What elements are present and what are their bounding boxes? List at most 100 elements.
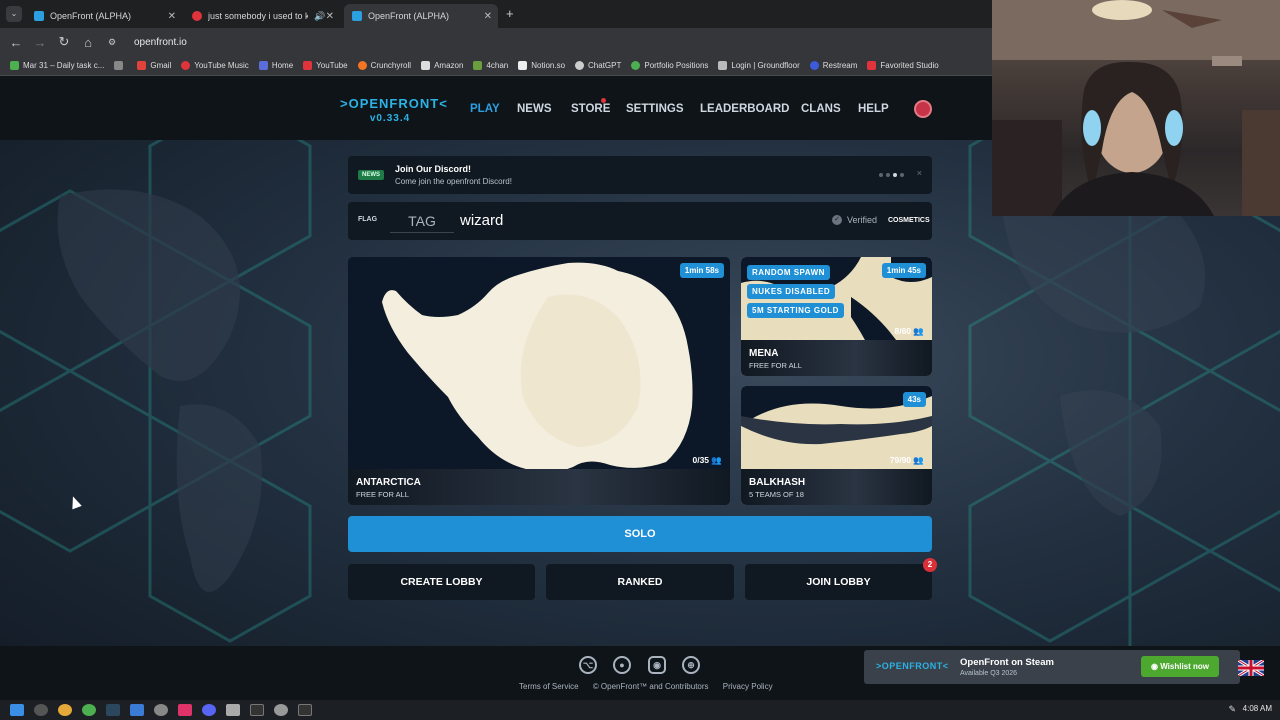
game-mode: 5 TEAMS OF 18 (749, 490, 804, 499)
nav-store[interactable]: STORE (571, 103, 610, 115)
system-clock[interactable]: 4:08 AM (1243, 704, 1272, 713)
app-icon[interactable] (130, 704, 144, 716)
player-count-value: 0/35 (692, 455, 710, 465)
clan-tag-input[interactable]: TAG (390, 209, 454, 233)
wishlist-button[interactable]: ◉ Wishlist now (1141, 656, 1219, 677)
bookmark-item[interactable]: Amazon (421, 61, 463, 70)
close-tab-icon[interactable]: ✕ (326, 11, 334, 22)
nav-news[interactable]: NEWS (517, 103, 552, 115)
close-tab-icon[interactable]: ✕ (168, 11, 176, 22)
username-input[interactable]: wizard (460, 209, 503, 233)
nav-settings[interactable]: SETTINGS (626, 103, 684, 115)
player-count-value: 79/90 (889, 455, 912, 465)
back-icon[interactable]: ← (4, 35, 28, 50)
globe-icon[interactable]: ⊕ (682, 656, 700, 674)
home-icon[interactable]: ⌂ (76, 35, 100, 50)
browser-tab[interactable]: OpenFront (ALPHA) ✕ (26, 4, 182, 28)
steam-icon[interactable] (106, 704, 120, 716)
close-tab-icon[interactable]: ✕ (484, 11, 492, 22)
lobby-card-balkhash[interactable]: 43s 79/90 👥 BALKHASH 5 TEAMS OF 18 (741, 386, 932, 505)
reload-icon[interactable]: ↻ (52, 34, 76, 50)
search-icon[interactable] (34, 704, 48, 716)
tab-list-button[interactable]: ⌄ (6, 6, 22, 22)
site-info-icon[interactable]: ⚙ (100, 37, 124, 48)
bookmark-label: Home (271, 61, 294, 70)
lobby-card-antarctica[interactable]: 1min 58s 0/35 👥 ANTARCTICA FREE FOR ALL (348, 257, 730, 505)
windows-start-icon[interactable] (10, 704, 24, 716)
bookmark-item[interactable]: Portfolio Positions (631, 61, 708, 70)
chrome-icon[interactable] (82, 704, 96, 716)
apps-icon[interactable] (114, 61, 127, 70)
terminal-icon[interactable] (250, 704, 264, 716)
chrome-canary-icon[interactable] (58, 704, 72, 716)
news-banner[interactable]: NEWS Join Our Discord! Come join the ope… (348, 156, 932, 194)
github-icon[interactable]: ⌥ (579, 656, 597, 674)
join-lobby-button[interactable]: JOIN LOBBY (745, 564, 932, 600)
avatar[interactable] (914, 100, 932, 118)
version-label: v0.33.4 (369, 113, 411, 124)
solo-button[interactable]: SOLO (348, 516, 932, 552)
speaker-icon[interactable]: 🔊 (314, 11, 325, 22)
discord-icon[interactable] (202, 704, 216, 716)
tiktok-icon[interactable] (178, 704, 192, 716)
webcam-person-image (992, 0, 1280, 216)
nav-leaderboard[interactable]: LEADERBOARD (700, 103, 789, 115)
close-icon[interactable]: × (917, 168, 922, 178)
bookmark-label: ChatGPT (588, 61, 622, 70)
player-count-value: 8/60 (894, 326, 912, 336)
nav-play[interactable]: PLAY (470, 103, 500, 115)
tab-title: just somebody i used to kn (208, 11, 308, 21)
forward-icon[interactable]: → (28, 35, 52, 50)
terms-link[interactable]: Terms of Service (519, 682, 579, 691)
bookmark-item[interactable]: Gmail (137, 61, 171, 70)
reddit-icon[interactable]: ● (613, 656, 631, 674)
bookmark-label: Favorited Studio (880, 61, 939, 70)
flag-button[interactable]: FLAG (358, 216, 377, 223)
language-flag-icon[interactable] (1238, 660, 1264, 676)
create-lobby-button[interactable]: CREATE LOBBY (348, 564, 535, 600)
bookmark-item[interactable]: ChatGPT (575, 61, 621, 70)
notion-icon (518, 61, 528, 70)
bookmark-item[interactable]: Notion.so (518, 61, 565, 70)
steam-icon: ◉ (1150, 662, 1161, 671)
bookmark-item[interactable]: Restream (809, 61, 858, 70)
openfront-logo[interactable]: >OPENFRONT< v0.33.4 (340, 96, 447, 124)
console-icon[interactable] (298, 704, 312, 716)
bookmark-label: Restream (822, 61, 858, 70)
youtube-music-favicon-icon (192, 11, 202, 21)
browser-tab-bar: ⌄ OpenFront (ALPHA) ✕ just somebody i us… (0, 0, 992, 28)
clock-app-icon[interactable] (154, 704, 168, 716)
lobby-timer: 1min 58s (679, 263, 724, 278)
discord-icon[interactable]: ◉ (648, 656, 666, 674)
modifier-chip: RANDOM SPAWN (747, 265, 830, 280)
url-field[interactable]: openfront.io (134, 37, 187, 48)
browser-tab-active[interactable]: OpenFront (ALPHA) ✕ (344, 4, 498, 28)
bookmark-item[interactable]: 4chan (473, 61, 508, 70)
tab-title: OpenFront (ALPHA) (368, 11, 450, 21)
nav-clans[interactable]: CLANS (801, 103, 841, 115)
webcam-overlay (992, 0, 1280, 216)
os-taskbar: ✎ 4:08 AM (0, 700, 1280, 720)
bookmark-item[interactable]: Mar 31 – Daily task c... (10, 61, 104, 70)
new-tab-button[interactable]: + (506, 6, 514, 21)
cosmetics-button[interactable]: COSMETICS (888, 217, 930, 224)
bookmark-item[interactable]: Home (258, 61, 294, 70)
lobby-card-mena[interactable]: RANDOM SPAWN NUKES DISABLED 5M STARTING … (741, 257, 932, 376)
settings-icon[interactable] (274, 704, 288, 716)
store-notification-dot (601, 98, 606, 103)
map-name: MENA (749, 348, 779, 359)
nav-help[interactable]: HELP (858, 103, 889, 115)
carousel-dots[interactable] (879, 173, 904, 177)
user-settings-row: FLAG TAG wizard ✓ Verified COSMETICS (348, 202, 932, 240)
bookmark-item[interactable]: YouTube (303, 61, 348, 70)
privacy-link[interactable]: Privacy Policy (723, 682, 773, 691)
notepad-icon[interactable] (226, 704, 240, 716)
pen-icon[interactable]: ✎ (1228, 704, 1236, 715)
ranked-button[interactable]: RANKED (546, 564, 734, 600)
bookmark-item[interactable]: Login | Groundfloor (718, 61, 800, 70)
browser-tab[interactable]: just somebody i used to kn 🔊 ✕ (184, 4, 340, 28)
bookmark-item[interactable]: Crunchyroll (357, 61, 411, 70)
bookmark-item[interactable]: YouTube Music (181, 61, 249, 70)
game-mode: FREE FOR ALL (749, 361, 802, 370)
bookmark-item[interactable]: Favorited Studio (867, 61, 939, 70)
